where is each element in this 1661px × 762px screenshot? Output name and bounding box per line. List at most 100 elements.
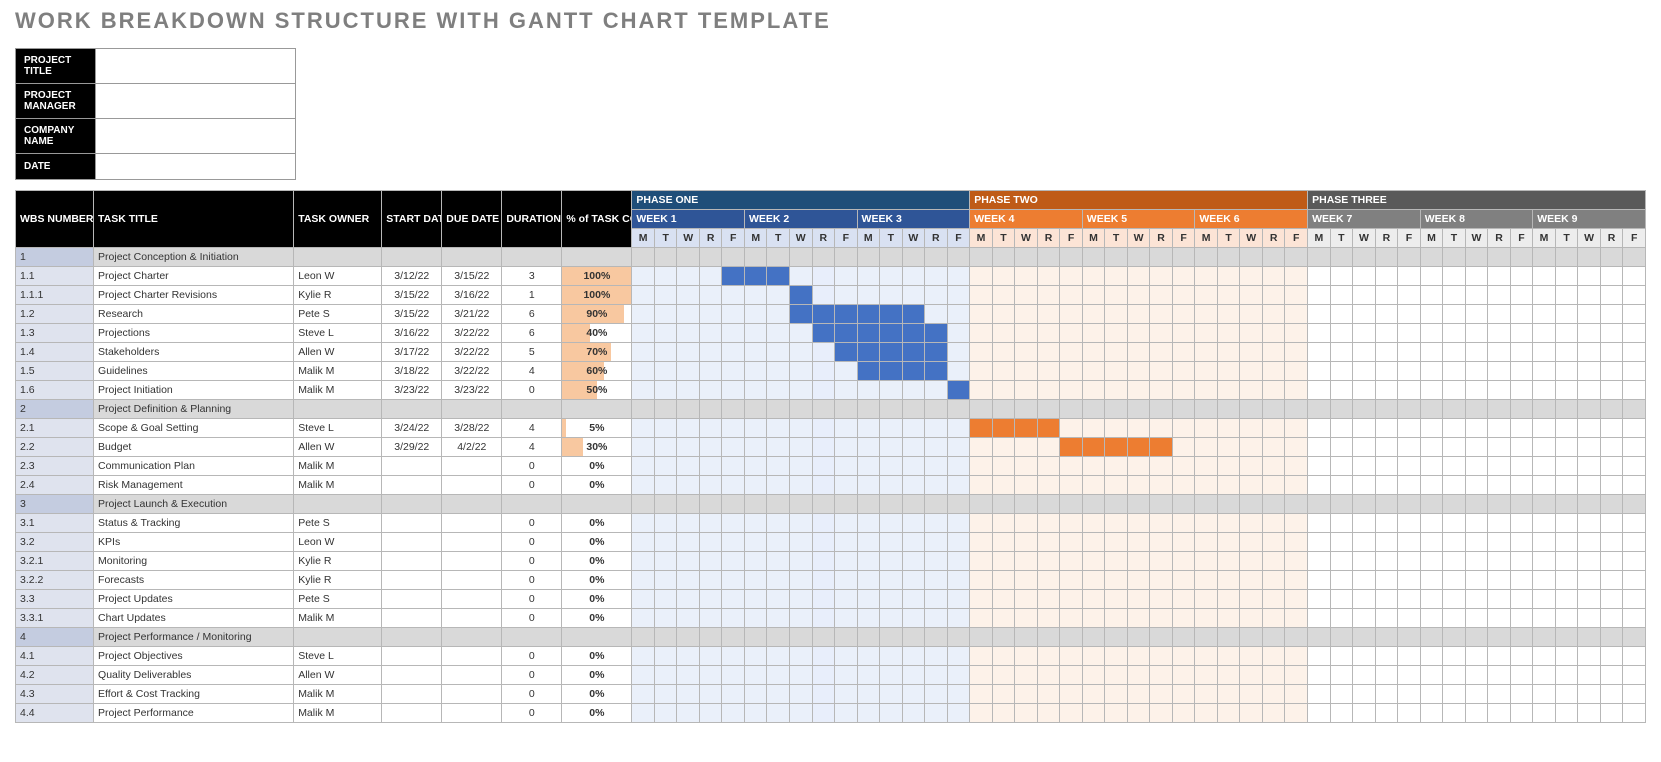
cell-title[interactable]: Project Performance xyxy=(94,704,294,723)
meta-value[interactable] xyxy=(96,49,296,84)
cell-due[interactable] xyxy=(442,533,502,552)
cell-dur[interactable]: 0 xyxy=(502,381,562,400)
cell-title[interactable]: Scope & Goal Setting xyxy=(94,419,294,438)
cell-owner[interactable]: Allen W xyxy=(294,438,382,457)
cell-owner[interactable] xyxy=(294,400,382,419)
cell-owner[interactable]: Steve L xyxy=(294,419,382,438)
cell-wbs[interactable]: 3 xyxy=(16,495,94,514)
cell-wbs[interactable]: 4.4 xyxy=(16,704,94,723)
cell-due[interactable] xyxy=(442,476,502,495)
cell-start[interactable] xyxy=(382,590,442,609)
cell-due[interactable]: 3/21/22 xyxy=(442,305,502,324)
cell-owner[interactable]: Steve L xyxy=(294,324,382,343)
cell-pct[interactable]: 0% xyxy=(562,666,632,685)
cell-dur[interactable]: 0 xyxy=(502,609,562,628)
cell-due[interactable] xyxy=(442,590,502,609)
cell-owner[interactable]: Pete S xyxy=(294,590,382,609)
cell-wbs[interactable]: 4.2 xyxy=(16,666,94,685)
cell-dur[interactable]: 0 xyxy=(502,476,562,495)
cell-dur[interactable] xyxy=(502,628,562,647)
cell-start[interactable]: 3/16/22 xyxy=(382,324,442,343)
cell-dur[interactable]: 6 xyxy=(502,305,562,324)
cell-dur[interactable]: 3 xyxy=(502,267,562,286)
cell-title[interactable]: Effort & Cost Tracking xyxy=(94,685,294,704)
cell-owner[interactable]: Malik M xyxy=(294,457,382,476)
cell-owner[interactable]: Pete S xyxy=(294,514,382,533)
cell-title[interactable]: Project Charter Revisions xyxy=(94,286,294,305)
cell-wbs[interactable]: 4.3 xyxy=(16,685,94,704)
cell-pct[interactable]: 0% xyxy=(562,533,632,552)
cell-pct[interactable]: 50% xyxy=(562,381,632,400)
cell-dur[interactable] xyxy=(502,400,562,419)
cell-due[interactable] xyxy=(442,647,502,666)
cell-start[interactable] xyxy=(382,571,442,590)
cell-dur[interactable]: 0 xyxy=(502,533,562,552)
cell-title[interactable]: Research xyxy=(94,305,294,324)
cell-dur[interactable]: 0 xyxy=(502,552,562,571)
cell-dur[interactable]: 1 xyxy=(502,286,562,305)
cell-owner[interactable]: Steve L xyxy=(294,647,382,666)
cell-start[interactable] xyxy=(382,248,442,267)
cell-start[interactable] xyxy=(382,552,442,571)
cell-wbs[interactable]: 1.5 xyxy=(16,362,94,381)
cell-start[interactable] xyxy=(382,533,442,552)
cell-pct[interactable]: 40% xyxy=(562,324,632,343)
cell-title[interactable]: Project Updates xyxy=(94,590,294,609)
cell-owner[interactable] xyxy=(294,628,382,647)
cell-pct[interactable] xyxy=(562,628,632,647)
cell-due[interactable]: 3/15/22 xyxy=(442,267,502,286)
cell-title[interactable]: Projections xyxy=(94,324,294,343)
cell-owner[interactable]: Malik M xyxy=(294,609,382,628)
cell-start[interactable] xyxy=(382,704,442,723)
cell-start[interactable] xyxy=(382,514,442,533)
cell-pct[interactable]: 0% xyxy=(562,704,632,723)
cell-pct[interactable]: 70% xyxy=(562,343,632,362)
cell-title[interactable]: Project Launch & Execution xyxy=(94,495,294,514)
cell-pct[interactable] xyxy=(562,248,632,267)
cell-wbs[interactable]: 2 xyxy=(16,400,94,419)
cell-title[interactable]: Project Initiation xyxy=(94,381,294,400)
meta-value[interactable] xyxy=(96,84,296,119)
cell-due[interactable] xyxy=(442,685,502,704)
cell-due[interactable]: 3/28/22 xyxy=(442,419,502,438)
cell-start[interactable]: 3/29/22 xyxy=(382,438,442,457)
cell-due[interactable] xyxy=(442,457,502,476)
cell-dur[interactable]: 4 xyxy=(502,419,562,438)
cell-pct[interactable]: 5% xyxy=(562,419,632,438)
cell-start[interactable]: 3/15/22 xyxy=(382,305,442,324)
cell-dur[interactable] xyxy=(502,495,562,514)
cell-owner[interactable]: Malik M xyxy=(294,381,382,400)
cell-title[interactable]: Monitoring xyxy=(94,552,294,571)
cell-wbs[interactable]: 3.2.2 xyxy=(16,571,94,590)
cell-title[interactable]: Chart Updates xyxy=(94,609,294,628)
cell-pct[interactable]: 90% xyxy=(562,305,632,324)
cell-pct[interactable]: 60% xyxy=(562,362,632,381)
cell-wbs[interactable]: 3.2 xyxy=(16,533,94,552)
cell-due[interactable]: 3/23/22 xyxy=(442,381,502,400)
cell-pct[interactable] xyxy=(562,495,632,514)
cell-owner[interactable] xyxy=(294,248,382,267)
cell-dur[interactable]: 0 xyxy=(502,514,562,533)
cell-wbs[interactable]: 4.1 xyxy=(16,647,94,666)
cell-pct[interactable]: 30% xyxy=(562,438,632,457)
cell-start[interactable]: 3/24/22 xyxy=(382,419,442,438)
cell-wbs[interactable]: 2.2 xyxy=(16,438,94,457)
cell-dur[interactable]: 6 xyxy=(502,324,562,343)
cell-due[interactable]: 3/22/22 xyxy=(442,324,502,343)
cell-wbs[interactable]: 1.1 xyxy=(16,267,94,286)
cell-start[interactable] xyxy=(382,400,442,419)
cell-title[interactable]: Budget xyxy=(94,438,294,457)
cell-wbs[interactable]: 1.6 xyxy=(16,381,94,400)
cell-due[interactable] xyxy=(442,704,502,723)
cell-start[interactable]: 3/18/22 xyxy=(382,362,442,381)
meta-value[interactable] xyxy=(96,119,296,154)
cell-pct[interactable]: 0% xyxy=(562,514,632,533)
cell-pct[interactable]: 0% xyxy=(562,590,632,609)
cell-due[interactable] xyxy=(442,514,502,533)
cell-due[interactable] xyxy=(442,495,502,514)
cell-owner[interactable]: Malik M xyxy=(294,704,382,723)
cell-owner[interactable]: Leon W xyxy=(294,533,382,552)
cell-owner[interactable]: Kylie R xyxy=(294,552,382,571)
cell-pct[interactable]: 100% xyxy=(562,286,632,305)
cell-pct[interactable]: 100% xyxy=(562,267,632,286)
